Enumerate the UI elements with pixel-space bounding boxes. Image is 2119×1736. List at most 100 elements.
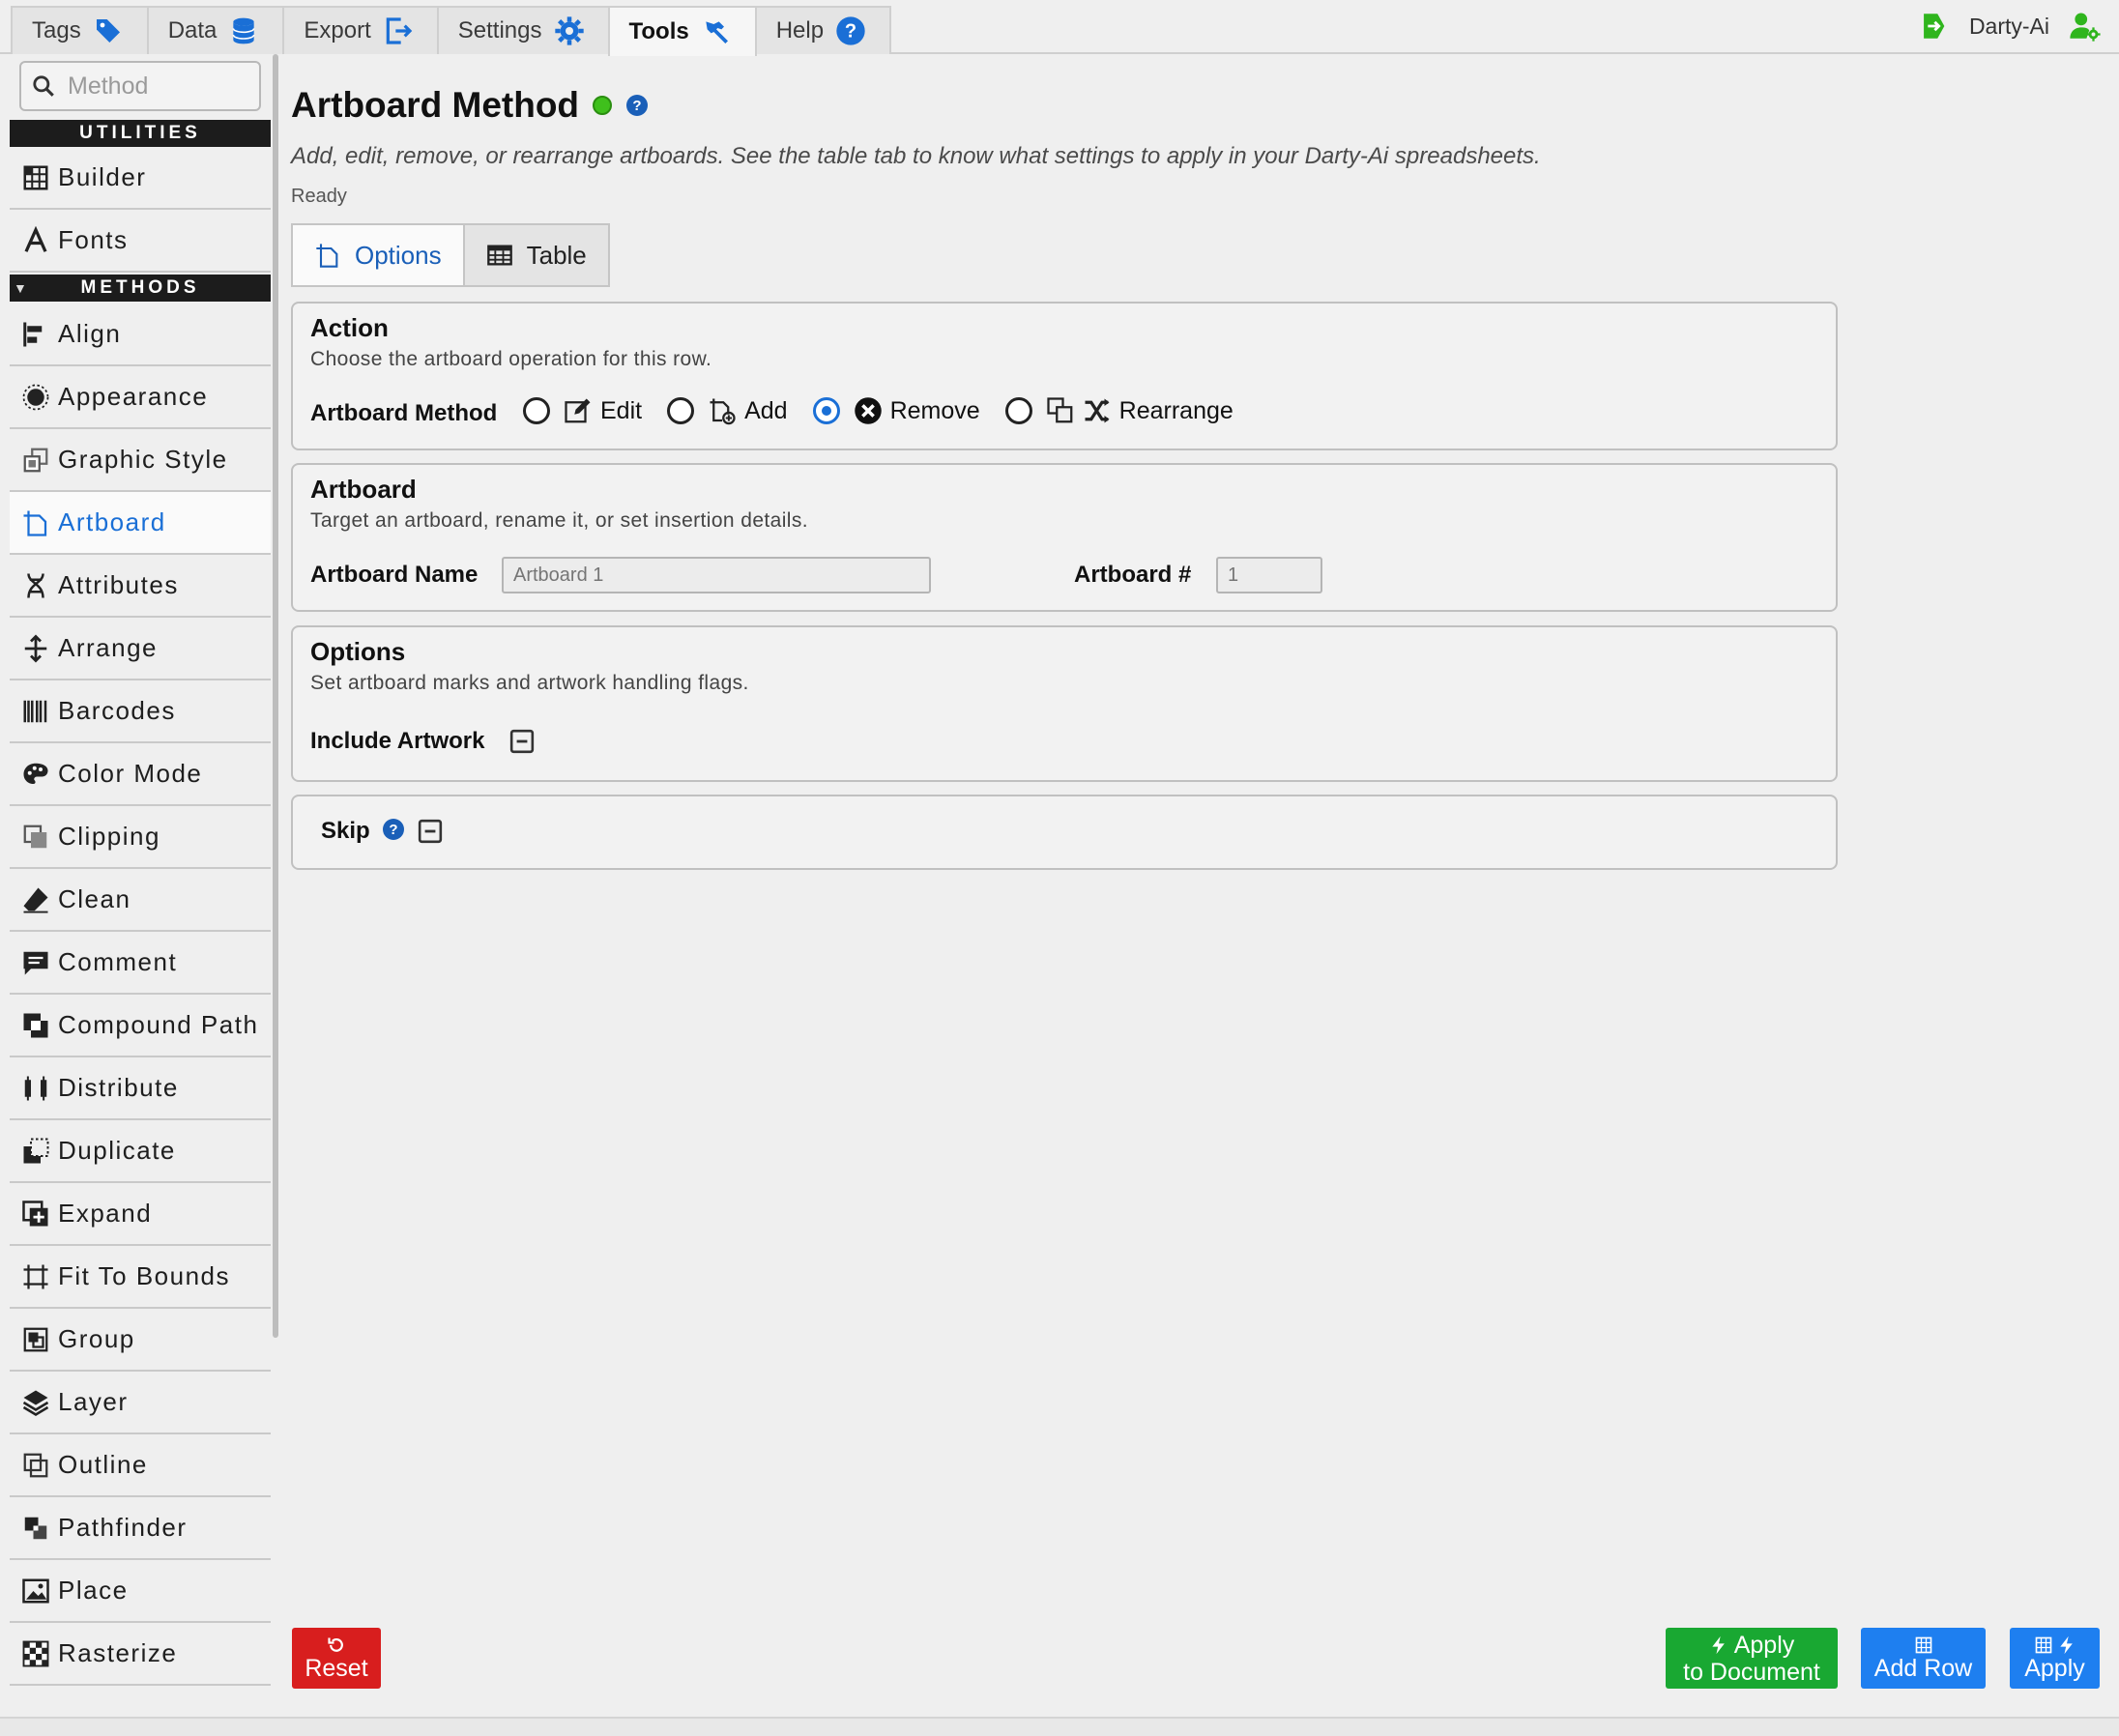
tab-tools[interactable]: Tools [607, 6, 757, 56]
image-icon [22, 1578, 49, 1603]
artboard-number-label: Artboard # [1074, 562, 1192, 588]
artboard-method-label: Artboard Method [310, 400, 498, 426]
sidebar-item-pathfinder[interactable]: Pathfinder [10, 1497, 271, 1560]
sidebar-item-fonts[interactable]: Fonts [10, 210, 271, 273]
barcode-icon [23, 700, 47, 722]
graphic-style-icon [23, 448, 48, 472]
main-tabs: Tags Data Export Settings Tools Help ? [11, 6, 892, 56]
utilities-header: UTILITIES [10, 120, 271, 147]
sidebar-item-label: Outline [58, 1450, 148, 1479]
comment-icon [23, 951, 48, 974]
sidebar-item-color-mode[interactable]: Color Mode [10, 743, 271, 806]
main-panel: Artboard Method ? Add, edit, remove, or … [290, 54, 1838, 1697]
tab-data[interactable]: Data [146, 6, 285, 54]
sidebar-item-label: Arrange [58, 633, 158, 662]
radio-edit[interactable] [523, 397, 550, 424]
sidebar-item-rasterize[interactable]: Rasterize [10, 1623, 271, 1686]
tab-options[interactable]: Options [291, 223, 465, 287]
methods-header[interactable]: ▼ METHODS [10, 275, 271, 302]
skip-help-icon[interactable]: ? [382, 818, 405, 841]
reset-button[interactable]: Reset [292, 1628, 381, 1689]
sidebar-item-clean[interactable]: Clean [10, 869, 271, 932]
radio-label: Remove [889, 396, 980, 424]
radio-option-edit[interactable]: Edit [523, 396, 642, 425]
apply-label: Apply [2024, 1654, 2085, 1682]
sidebar-item-compound-path[interactable]: Compound Path [10, 995, 271, 1057]
radio-remove[interactable] [812, 397, 840, 424]
apply-button[interactable]: Apply [2010, 1628, 2100, 1689]
radio-option-remove[interactable]: Remove [812, 396, 980, 425]
sidebar-item-outline[interactable]: Outline [10, 1434, 271, 1497]
options-title: Options [310, 637, 406, 666]
sidebar-item-barcodes[interactable]: Barcodes [10, 680, 271, 743]
rearrange-artboards-icon [1047, 397, 1073, 423]
radio-option-add[interactable]: Add [667, 396, 788, 425]
apply-icons [2034, 1635, 2076, 1655]
apply-doc-label-2: to Document [1683, 1658, 1820, 1686]
tab-label: Export [304, 17, 371, 43]
tab-export[interactable]: Export [282, 6, 439, 54]
table-icon [2035, 1636, 2051, 1653]
apply-doc-label-1: Apply [1733, 1631, 1795, 1659]
options-card: Options Set artboard marks and artwork h… [291, 625, 1838, 782]
expand-icon [22, 1200, 48, 1226]
sidebar-item-duplicate[interactable]: Duplicate [10, 1120, 271, 1183]
sidebar-item-attributes[interactable]: Attributes [10, 555, 271, 618]
sidebar-item-label: Fonts [58, 225, 129, 254]
sidebar-item-appearance[interactable]: Appearance [10, 366, 271, 429]
sidebar-item-layer[interactable]: Layer [10, 1372, 271, 1434]
sidebar-item-place[interactable]: Place [10, 1560, 271, 1623]
sidebar-item-distribute[interactable]: Distribute [10, 1057, 271, 1120]
radio-rearrange[interactable] [1004, 397, 1032, 424]
search-icon [33, 75, 54, 97]
apply-to-document-button[interactable]: Apply to Document [1666, 1628, 1838, 1689]
user-settings-icon[interactable] [2069, 10, 2102, 43]
sidebar-item-fit-to-bounds[interactable]: Fit To Bounds [10, 1246, 271, 1309]
duplicate-icon [23, 1138, 49, 1163]
tab-help[interactable]: Help ? [754, 6, 892, 54]
include-artwork-checkbox[interactable] [509, 729, 535, 754]
help-icon[interactable]: ? [625, 94, 649, 117]
svg-text:?: ? [389, 822, 397, 838]
radio-option-rearrange[interactable]: Rearrange [1004, 396, 1234, 425]
tab-settings[interactable]: Settings [436, 6, 610, 54]
sidebar-item-align[interactable]: Align [10, 304, 271, 366]
user-area: Darty-Ai [1917, 10, 2102, 43]
arrange-icon [24, 634, 47, 662]
sidebar-item-label: Rasterize [58, 1638, 178, 1667]
method-search[interactable] [19, 61, 261, 111]
remove-icon [854, 397, 882, 424]
sidebar-item-label: Artboard [58, 507, 166, 536]
sidebar-item-clipping[interactable]: Clipping [10, 806, 271, 869]
gear-icon [554, 16, 584, 45]
artboard-method-radio-group: Edit Add Remove Rearrange [523, 396, 1259, 425]
logout-icon[interactable] [1917, 10, 1950, 43]
sidebar-item-label: Compound Path [58, 1010, 259, 1039]
artboard-number-input[interactable] [1216, 557, 1322, 593]
radio-label: Add [744, 396, 788, 424]
tab-tags[interactable]: Tags [11, 6, 149, 54]
bottom-edge [0, 1717, 2119, 1736]
tab-table[interactable]: Table [462, 223, 610, 287]
sidebar-item-label: Clipping [58, 822, 160, 851]
artboard-name-input[interactable] [502, 557, 931, 593]
sidebar-item-group[interactable]: Group [10, 1309, 271, 1372]
reset-icon [328, 1637, 343, 1652]
artboard-title: Artboard [310, 475, 417, 504]
sidebar-item-expand[interactable]: Expand [10, 1183, 271, 1246]
add-row-button[interactable]: Add Row [1861, 1628, 1986, 1689]
sidebar-item-label: Barcodes [58, 696, 176, 725]
sidebar-item-artboard[interactable]: Artboard [10, 492, 271, 555]
sidebar-item-graphic-style[interactable]: Graphic Style [10, 429, 271, 492]
options-subtitle: Set artboard marks and artwork handling … [310, 672, 749, 694]
radio-add[interactable] [667, 397, 695, 424]
skip-checkbox[interactable] [418, 819, 443, 844]
include-artwork-label: Include Artwork [310, 728, 485, 754]
eraser-icon [23, 887, 48, 912]
sidebar-item-comment[interactable]: Comment [10, 932, 271, 995]
sidebar-item-builder[interactable]: Builder [10, 147, 271, 210]
artboard-subtitle: Target an artboard, rename it, or set in… [310, 509, 808, 532]
search-input[interactable] [68, 72, 242, 101]
sidebar-scrollbar[interactable] [273, 54, 278, 1338]
sidebar-item-arrange[interactable]: Arrange [10, 618, 271, 680]
